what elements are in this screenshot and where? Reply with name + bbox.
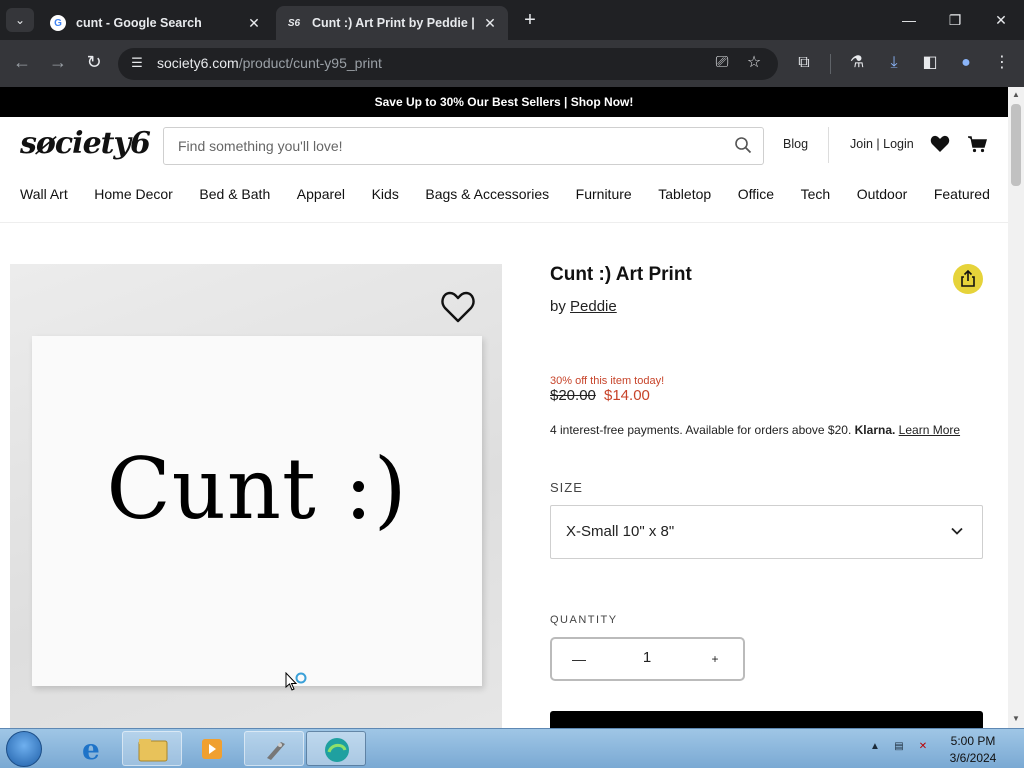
quantity-label: QUANTITY: [550, 614, 618, 626]
sale-price: $14.00: [604, 387, 650, 404]
category-outdoor[interactable]: Outdoor: [857, 186, 908, 208]
category-home-decor[interactable]: Home Decor: [94, 186, 173, 208]
category-tech[interactable]: Tech: [801, 186, 831, 208]
klarna-logo: Klarna.: [854, 423, 896, 437]
forward-icon[interactable]: →: [46, 51, 70, 75]
artist-byline: by Peddie: [550, 298, 617, 315]
search-icon[interactable]: [734, 136, 752, 154]
tray-expand-icon[interactable]: ▲: [868, 741, 882, 755]
download-icon[interactable]: ⤓: [882, 52, 906, 76]
category-wall-art[interactable]: Wall Art: [20, 186, 68, 208]
society6-icon: S6: [287, 17, 301, 29]
tab-title: Cunt :) Art Print by Peddie | Society6: [312, 16, 476, 30]
blog-link[interactable]: Blog: [783, 137, 808, 151]
discount-note: 30% off this item today!: [550, 375, 665, 387]
mouse-cursor-busy-icon: [285, 672, 307, 691]
nav-divider: [0, 222, 1008, 223]
clock-time[interactable]: 5:00 PM: [940, 734, 1006, 748]
category-apparel[interactable]: Apparel: [297, 186, 345, 208]
wishlist-heart-icon[interactable]: [930, 135, 950, 153]
size-label: SIZE: [550, 480, 583, 495]
society6-logo[interactable]: søciety6: [20, 126, 151, 161]
url-text[interactable]: society6.com/product/cunt-y95_print: [157, 55, 382, 71]
scrollbar-thumb[interactable]: [1011, 104, 1021, 186]
profile-avatar-icon[interactable]: ●: [954, 52, 978, 76]
new-tab-icon[interactable]: +: [518, 10, 542, 30]
window-close-icon[interactable]: ✕: [978, 0, 1024, 40]
browser-menu-icon[interactable]: ⋮: [990, 52, 1014, 76]
site-info-icon[interactable]: ☰: [128, 55, 146, 73]
restore-icon[interactable]: ❐: [932, 0, 978, 40]
side-panel-icon[interactable]: ◧: [918, 52, 942, 76]
tab-close-icon[interactable]: ✕: [482, 15, 498, 32]
klarna-info: 4 interest-free payments. Available for …: [550, 423, 961, 437]
start-button-windows-icon[interactable]: [6, 731, 42, 767]
category-kids[interactable]: Kids: [372, 186, 399, 208]
labs-flask-icon[interactable]: ⚗: [845, 52, 869, 76]
cart-icon[interactable]: [967, 135, 987, 153]
category-office[interactable]: Office: [738, 186, 774, 208]
add-to-wishlist-heart-icon[interactable]: [440, 290, 476, 324]
size-selected-value: X-Small 10" x 8": [566, 523, 675, 540]
bookmark-star-icon[interactable]: ☆: [742, 52, 766, 76]
category-furniture[interactable]: Furniture: [576, 186, 632, 208]
tab-title: cunt - Google Search: [76, 16, 202, 30]
add-to-cart-button[interactable]: [550, 711, 983, 728]
media-player-icon[interactable]: [182, 731, 242, 766]
svg-text:e: e: [82, 733, 100, 766]
internet-explorer-icon[interactable]: e: [60, 731, 120, 766]
chevron-down-icon: [951, 527, 963, 535]
toolbar-divider: [830, 54, 831, 74]
quantity-decrease-button[interactable]: —: [566, 647, 592, 671]
edge-browser-icon[interactable]: [306, 731, 366, 766]
promo-banner[interactable]: Save Up to 30% Our Best Sellers | Shop N…: [0, 87, 1008, 117]
quantity-input[interactable]: 1: [630, 649, 664, 666]
search-input[interactable]: [178, 136, 718, 156]
share-icon: [961, 269, 975, 287]
category-nav: Wall Art Home Decor Bed & Bath Apparel K…: [20, 186, 990, 208]
category-bed-bath[interactable]: Bed & Bath: [199, 186, 270, 208]
google-icon: G: [50, 15, 66, 31]
install-app-icon[interactable]: ⎚: [710, 52, 734, 76]
clock-date[interactable]: 3/6/2024: [940, 751, 1006, 765]
scroll-up-icon[interactable]: ▲: [1010, 90, 1022, 99]
scroll-down-icon[interactable]: ▼: [1010, 714, 1022, 723]
tab-society6-product[interactable]: S6 Cunt :) Art Print by Peddie | Society…: [276, 6, 508, 40]
quantity-increase-button[interactable]: +: [704, 647, 726, 671]
tab-close-icon[interactable]: ✕: [246, 15, 262, 32]
network-icon[interactable]: ▤: [892, 741, 906, 755]
tab-google-search[interactable]: G cunt - Google Search ✕: [40, 6, 272, 40]
category-tabletop[interactable]: Tabletop: [658, 186, 711, 208]
category-featured[interactable]: Featured: [934, 186, 990, 208]
artwork-text: Cunt :): [106, 440, 408, 538]
join-login-link[interactable]: Join | Login: [850, 137, 914, 151]
minimize-icon[interactable]: —: [886, 0, 932, 40]
header-divider: [828, 127, 829, 163]
extensions-icon[interactable]: ⧉: [792, 52, 816, 76]
rocket-app-icon[interactable]: [244, 731, 304, 766]
back-icon[interactable]: ←: [10, 51, 34, 75]
original-price: $20.00: [550, 387, 596, 404]
file-explorer-icon[interactable]: [122, 731, 182, 766]
tab-search-button[interactable]: ⌄: [6, 8, 34, 32]
artist-link[interactable]: Peddie: [570, 298, 617, 315]
share-button[interactable]: [953, 264, 983, 294]
product-title: Cunt :) Art Print: [550, 264, 692, 285]
klarna-learn-more-link[interactable]: Learn More: [899, 423, 960, 437]
reload-icon[interactable]: ↻: [82, 51, 106, 75]
volume-muted-icon[interactable]: ✕: [916, 741, 930, 755]
category-bags-accessories[interactable]: Bags & Accessories: [425, 186, 549, 208]
